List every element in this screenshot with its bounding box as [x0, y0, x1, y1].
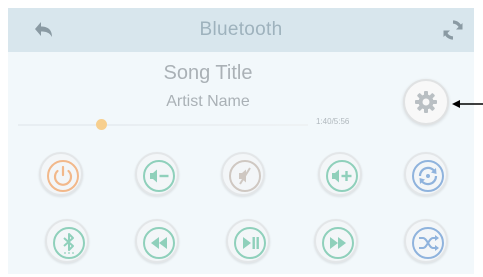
play-pause-button[interactable] — [226, 219, 270, 263]
fast-forward-button[interactable] — [314, 219, 358, 263]
artist-name: Artist Name — [166, 93, 250, 110]
shuffle-button[interactable] — [404, 219, 448, 263]
bluetooth-button[interactable] — [45, 219, 89, 263]
shuffle-icon — [412, 227, 444, 259]
time-display: 1:40/5:56 — [316, 117, 350, 126]
header-bar: Bluetooth — [8, 8, 474, 52]
song-title: Song Title — [163, 62, 253, 84]
settings-button[interactable] — [403, 79, 449, 125]
power-button[interactable] — [39, 152, 83, 196]
volume-down-button[interactable] — [135, 152, 179, 196]
header-title: Bluetooth — [199, 19, 283, 40]
play-pause-icon — [234, 227, 266, 259]
power-icon — [47, 160, 79, 192]
progress-knob[interactable] — [96, 119, 107, 130]
bluetooth-icon — [53, 227, 85, 259]
gear-icon — [415, 91, 437, 113]
bluetooth-screen: Bluetooth Song Title Artist Name 1:40/5:… — [8, 8, 474, 274]
refresh-button[interactable] — [440, 17, 466, 43]
rewind-button[interactable] — [135, 219, 179, 263]
repeat-button[interactable] — [404, 152, 448, 196]
callout-arrow — [452, 100, 483, 108]
volume-up-icon — [326, 160, 358, 192]
rewind-icon — [143, 227, 175, 259]
repeat-icon — [412, 160, 444, 192]
progress-bar[interactable] — [18, 124, 308, 126]
mute-icon — [229, 160, 261, 192]
fast-forward-icon — [322, 227, 354, 259]
mute-button[interactable] — [221, 152, 265, 196]
volume-down-icon — [143, 160, 175, 192]
volume-up-button[interactable] — [318, 152, 362, 196]
refresh-icon — [443, 20, 463, 40]
